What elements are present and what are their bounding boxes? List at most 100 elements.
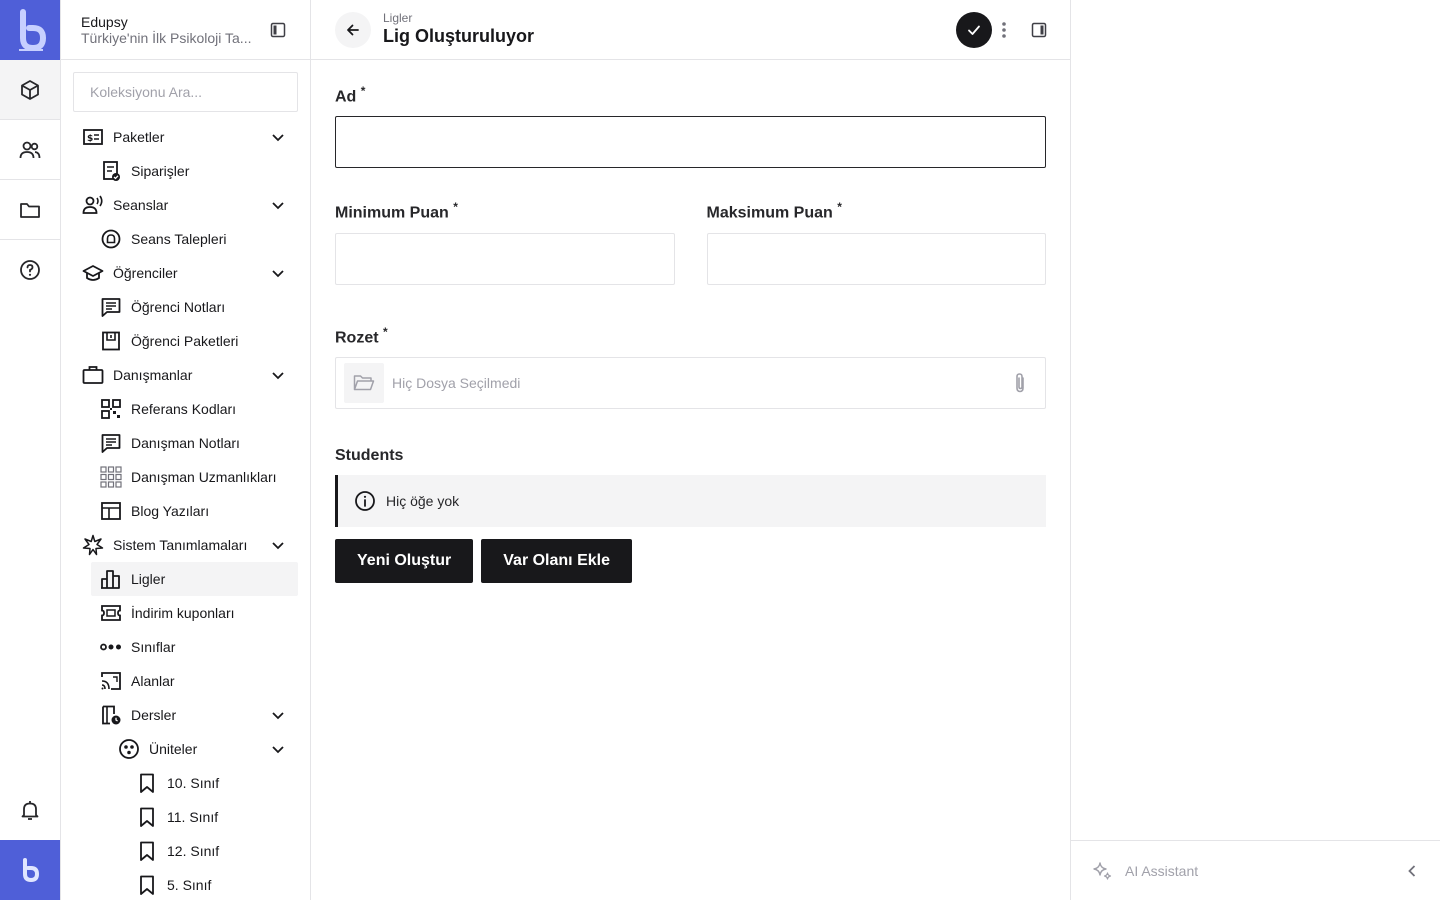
sidebar-item-ogrenci-notlari[interactable]: Öğrenci Notları (81, 290, 298, 324)
chevron-down-icon[interactable] (268, 263, 288, 283)
sidebar: Edupsy Türkiye'nin İlk Psikoloji Ta... K… (61, 0, 311, 900)
toggle-right-panel-button[interactable] (1027, 18, 1051, 42)
min-score-label: Minimum Puan * (335, 200, 458, 222)
rail-users-button[interactable] (0, 120, 60, 180)
session-icon (81, 193, 105, 217)
sidebar-item-seans-talepleri[interactable]: Seans Talepleri (81, 222, 298, 256)
breadcrumb[interactable]: Ligler (383, 11, 412, 25)
max-score-input[interactable] (706, 232, 1046, 285)
folder-icon (20, 202, 40, 218)
min-score-input[interactable] (335, 232, 675, 285)
brand-logo[interactable] (0, 0, 60, 60)
sidebar-item-siniflar[interactable]: Sınıflar (81, 630, 298, 664)
sidebar-item-blog-yazilari[interactable]: Blog Yazıları (81, 494, 298, 528)
sidebar-item-label: Alanlar (131, 673, 175, 689)
students-empty-state: Hiç öğe yok (335, 474, 1046, 527)
sidebar-item-ogrenci-paketleri[interactable]: Öğrenci Paketleri (81, 324, 298, 358)
sparkle-icon (81, 533, 105, 557)
add-existing-button[interactable]: Var Olanı Ekle (481, 538, 632, 583)
sidebar-header: Edupsy Türkiye'nin İlk Psikoloji Ta... (61, 0, 310, 60)
sidebar-item-ligler[interactable]: Ligler (91, 562, 298, 596)
ad-input[interactable] (335, 116, 1046, 169)
sidebar-item-label: Paketler (113, 129, 165, 145)
back-button[interactable] (335, 12, 371, 48)
create-new-button[interactable]: Yeni Oluştur (335, 538, 474, 583)
chevron-down-icon[interactable] (268, 535, 288, 555)
score-row: Minimum Puan * Maksimum Puan * (335, 200, 1046, 285)
bookmark-icon (135, 873, 159, 897)
svg-text:$: $ (87, 134, 93, 144)
sidebar-item-paketler[interactable]: $ Paketler (81, 120, 298, 154)
rail-collections-button[interactable] (0, 60, 60, 120)
collection-search-input[interactable]: Koleksiyonu Ara... (73, 72, 298, 112)
min-score-field: Minimum Puan * (335, 200, 675, 285)
sidebar-item-label: 11. Sınıf (167, 809, 219, 825)
sidebar-item-seanslar[interactable]: Seanslar (81, 188, 298, 222)
chevron-down-icon[interactable] (268, 705, 288, 725)
sidebar-item-danisman-notlari[interactable]: Danışman Notları (81, 426, 298, 460)
right-panel: AI Assistant (1071, 0, 1440, 900)
bookmark-icon (135, 805, 159, 829)
sidebar-item-12-sinif[interactable]: 12. Sınıf (81, 834, 298, 868)
sidebar-item-uniteler[interactable]: Üniteler (81, 732, 298, 766)
rozet-file-input[interactable]: Hiç Dosya Seçilmedi (335, 356, 1046, 409)
chevron-down-icon[interactable] (268, 365, 288, 385)
sidebar-item-5-sinif[interactable]: 5. Sınıf (81, 868, 298, 900)
sidebar-item-label: 12. Sınıf (167, 843, 220, 859)
coupon-icon (99, 601, 123, 625)
grid-icon (99, 465, 123, 489)
page-header: Ligler Lig Oluşturuluyor (311, 0, 1070, 60)
sidebar-item-referans-kodlari[interactable]: Referans Kodları (81, 392, 298, 426)
league-form: Ad * Minimum Puan * Maksimum Puan * Roze… (311, 60, 1070, 607)
notes-icon (99, 295, 123, 319)
max-score-label: Maksimum Puan * (706, 200, 842, 222)
sidebar-item-danismanlar[interactable]: Danışmanlar (81, 358, 298, 392)
package-price-icon: $ (81, 125, 105, 149)
units-icon (117, 737, 141, 761)
notes-icon (99, 431, 123, 455)
sidebar-nav: $ Paketler Siparişler Seanslar Seans Tal… (61, 120, 310, 900)
sidebar-item-danisman-uzmanliklari[interactable]: Danışman Uzmanlıkları (81, 460, 298, 494)
ad-label: Ad * (335, 84, 366, 106)
chevron-down-icon[interactable] (268, 195, 288, 215)
save-button[interactable] (956, 12, 992, 48)
sidebar-item-label: İndirim kuponları (131, 605, 235, 621)
sidebar-item-siparisler[interactable]: Siparişler (81, 154, 298, 188)
folder-open-icon (353, 375, 375, 391)
sidebar-item-label: Ligler (131, 571, 166, 587)
session-request-icon (99, 227, 123, 251)
rail-files-button[interactable] (0, 180, 60, 240)
sidebar-item-label: 10. Sınıf (167, 775, 220, 791)
sidebar-item-alanlar[interactable]: Alanlar (81, 664, 298, 698)
sidebar-item-sistem-tanimlamalari[interactable]: Sistem Tanımlamaları (81, 528, 298, 562)
chevron-down-icon[interactable] (268, 739, 288, 759)
sidebar-item-dersler[interactable]: Dersler (81, 698, 298, 732)
sidebar-item-label: Seanslar (113, 197, 169, 213)
user-avatar-button[interactable] (0, 840, 60, 900)
chevron-down-icon[interactable] (268, 127, 288, 147)
page-title: Lig Oluşturuluyor (383, 26, 534, 46)
notifications-button[interactable] (0, 780, 60, 840)
save-box-icon (99, 329, 123, 353)
more-options-button[interactable] (995, 18, 1013, 42)
rail-bottom (0, 780, 60, 900)
chevron-left-icon[interactable] (1402, 861, 1422, 881)
bookmark-icon (135, 839, 159, 863)
main-panel: Ligler Lig Oluşturuluyor Ad * Minimum Pu… (311, 0, 1071, 900)
empty-state-text: Hiç öğe yok (386, 492, 460, 509)
sidebar-item-label: Sistem Tanımlamaları (113, 537, 248, 553)
sidebar-item-label: Blog Yazıları (131, 503, 210, 519)
app-subtitle: Türkiye'nin İlk Psikoloji Ta... (81, 30, 252, 46)
sidebar-item-10-sinif[interactable]: 10. Sınıf (81, 766, 298, 800)
panel-right-icon (1031, 22, 1047, 38)
briefcase-icon (81, 363, 105, 387)
sidebar-item-indirim-kuponlari[interactable]: İndirim kuponları (81, 596, 298, 630)
logo-icon (19, 9, 47, 52)
ai-assistant-bar[interactable]: AI Assistant (1071, 840, 1440, 900)
sidebar-item-11-sinif[interactable]: 11. Sınıf (81, 800, 298, 834)
sidebar-collapse-button[interactable] (270, 22, 286, 43)
paperclip-icon[interactable] (1013, 372, 1027, 394)
sidebar-item-ogrenciler[interactable]: Öğrenciler (81, 256, 298, 290)
file-browse-button[interactable] (344, 362, 384, 403)
rail-help-button[interactable] (0, 240, 60, 300)
